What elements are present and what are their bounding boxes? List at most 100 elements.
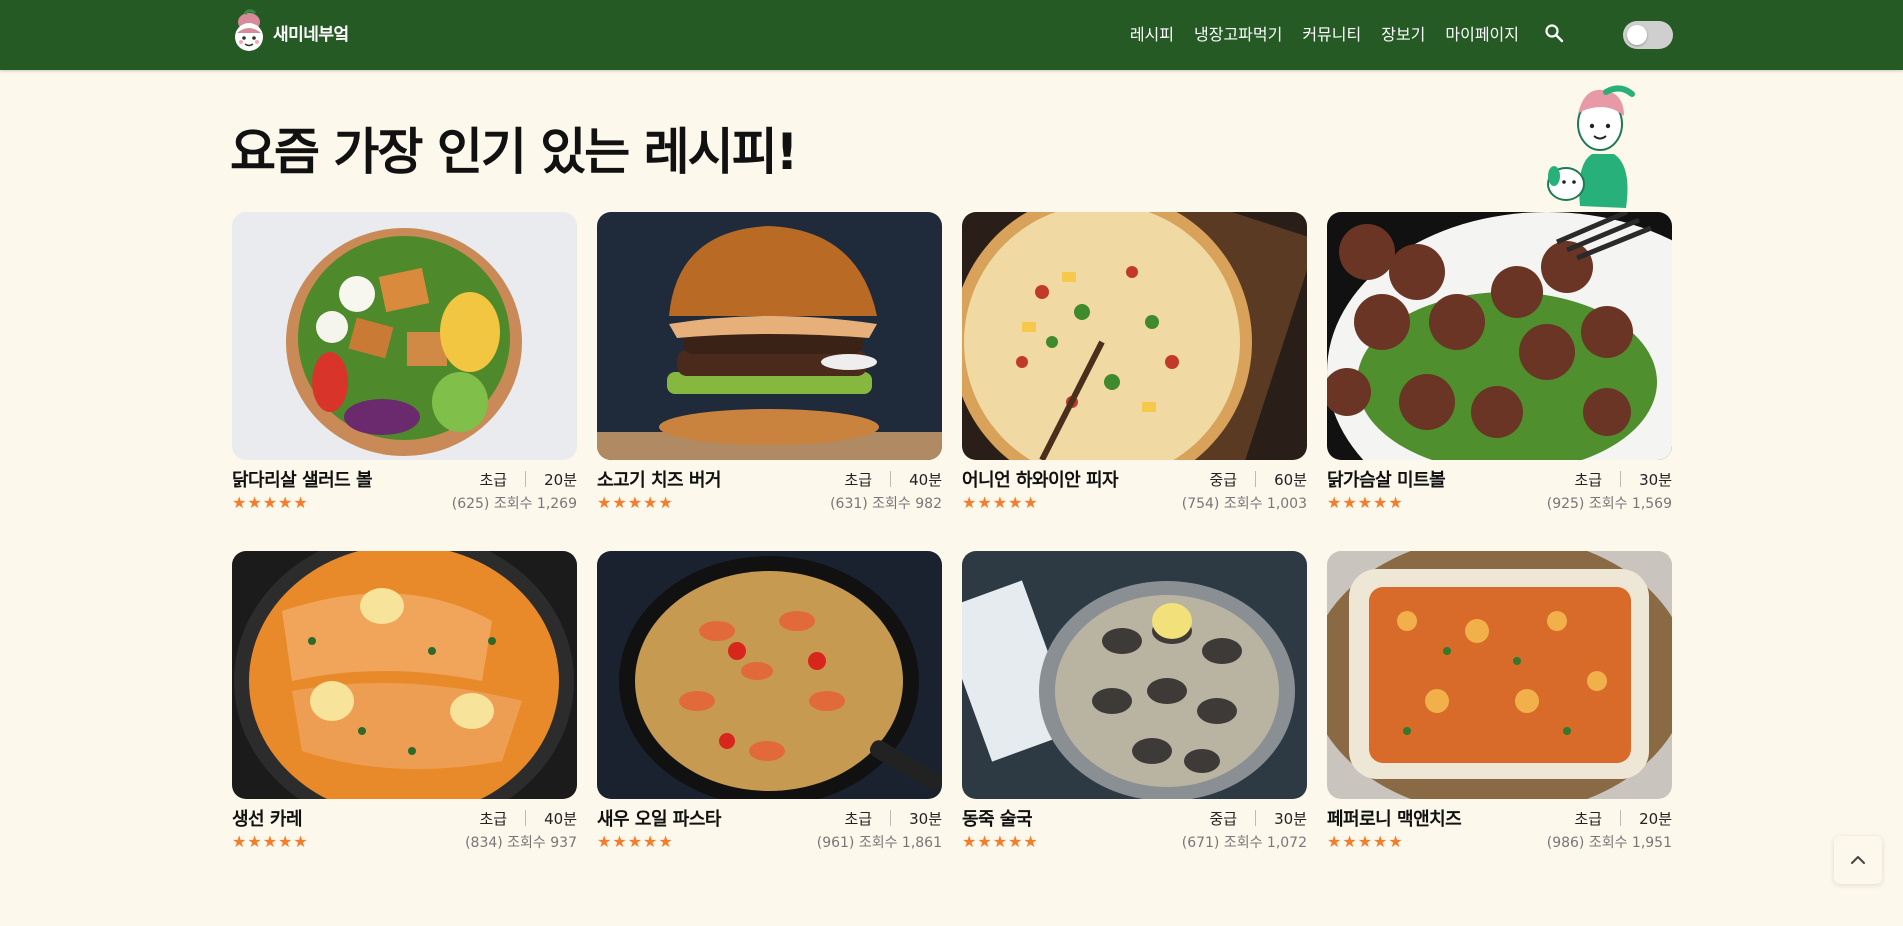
- star-icon: ★: [962, 832, 977, 851]
- recipe-grid: 닭다리살 샐러드 볼 초급 20분 ★ ★ ★ ★ ★ (625) 조회수 1,269: [232, 212, 1672, 857]
- fish-curry-image: [232, 551, 577, 799]
- star-icon: ★: [627, 832, 643, 851]
- star-icon: ★: [992, 832, 1008, 851]
- top-navbar: 새미네부엌 레시피 냉장고파먹기 커뮤니티 장보기 마이페이지: [0, 0, 1903, 70]
- star-icon: ★: [1023, 832, 1038, 851]
- star-icon: ★: [1373, 493, 1388, 512]
- star-icon: ★: [612, 832, 627, 851]
- star-icon: ★: [293, 493, 308, 512]
- recipe-card[interactable]: 동죽 술국 중급 30분 ★ ★ ★ ★ ★ (671) 조회수 1,072: [962, 551, 1307, 857]
- shrimp-pasta-image: [597, 551, 942, 799]
- nav-mypage[interactable]: 마이페이지: [1445, 21, 1519, 45]
- meta-divider: [1255, 471, 1257, 487]
- brand-logo-link[interactable]: 새미네부엌: [231, 9, 349, 55]
- recipe-stats: (925) 조회수 1,569: [1546, 496, 1672, 512]
- recipe-card[interactable]: 닭다리살 샐러드 볼 초급 20분 ★ ★ ★ ★ ★ (625) 조회수 1,269: [232, 212, 577, 518]
- recipe-card[interactable]: 페퍼로니 맥앤치즈 초급 20분 ★ ★ ★ ★ ★ (986) 조회수 1,951: [1327, 551, 1672, 857]
- salad-bowl-image: [232, 212, 577, 460]
- recipe-time: 30분: [1639, 470, 1672, 489]
- recipe-image: [962, 551, 1307, 799]
- recipe-time: 40분: [544, 809, 577, 828]
- recipe-level: 초급: [479, 470, 508, 489]
- theme-toggle[interactable]: [1623, 21, 1673, 49]
- star-icon: ★: [643, 493, 658, 512]
- nav-fridge[interactable]: 냉장고파먹기: [1194, 21, 1282, 45]
- star-icon: ★: [658, 832, 673, 851]
- recipe-time: 30분: [909, 809, 942, 828]
- recipe-level: 초급: [844, 809, 873, 828]
- star-icon: ★: [232, 493, 247, 512]
- star-icon: ★: [247, 493, 262, 512]
- star-rating: ★ ★ ★ ★ ★: [232, 495, 308, 511]
- recipe-meta: 중급 60분: [1210, 469, 1308, 490]
- star-icon: ★: [1373, 832, 1388, 851]
- main-nav: 레시피 냉장고파먹기 커뮤니티 장보기 마이페이지: [1130, 0, 1567, 66]
- star-icon: ★: [1327, 832, 1342, 851]
- star-icon: ★: [232, 832, 247, 851]
- mascot-illustration-icon: [1547, 85, 1635, 208]
- burger-image: [597, 212, 942, 460]
- recipe-name: 페퍼로니 맥앤치즈: [1327, 809, 1462, 830]
- recipe-name: 동죽 술국: [962, 809, 1033, 830]
- search-icon: [1545, 24, 1564, 43]
- nav-community[interactable]: 커뮤니티: [1302, 21, 1361, 45]
- meatballs-image: [1327, 212, 1672, 460]
- recipe-meta: 초급 30분: [845, 808, 943, 829]
- nav-shopping[interactable]: 장보기: [1381, 21, 1425, 45]
- star-rating: ★ ★ ★ ★ ★: [232, 834, 308, 850]
- meta-divider: [1620, 810, 1622, 826]
- recipe-meta: 초급 40분: [480, 808, 578, 829]
- meta-divider: [1255, 810, 1257, 826]
- star-rating: ★ ★ ★ ★ ★: [962, 495, 1038, 511]
- meta-divider: [525, 471, 527, 487]
- recipe-time: 40분: [909, 470, 942, 489]
- recipe-card[interactable]: 생선 카레 초급 40분 ★ ★ ★ ★ ★ (834) 조회수 937: [232, 551, 577, 857]
- recipe-image: [1327, 212, 1672, 460]
- recipe-level: 초급: [844, 470, 873, 489]
- recipe-name: 닭다리살 샐러드 볼: [232, 470, 373, 491]
- star-icon: ★: [643, 832, 658, 851]
- recipe-image: [962, 212, 1307, 460]
- recipe-level: 중급: [1209, 809, 1238, 828]
- meta-divider: [890, 810, 892, 826]
- recipe-card[interactable]: 소고기 치즈 버거 초급 40분 ★ ★ ★ ★ ★ (631) 조회수 982: [597, 212, 942, 518]
- recipe-stats: (961) 조회수 1,861: [816, 835, 942, 851]
- star-rating: ★ ★ ★ ★ ★: [1327, 495, 1403, 511]
- recipe-card[interactable]: 새우 오일 파스타 초급 30분 ★ ★ ★ ★ ★ (961) 조회수 1,861: [597, 551, 942, 857]
- nav-recipes[interactable]: 레시피: [1130, 21, 1174, 45]
- recipe-level: 중급: [1209, 470, 1238, 489]
- recipe-time: 60분: [1274, 470, 1307, 489]
- recipe-image: [1327, 551, 1672, 799]
- recipe-name: 어니언 하와이안 피자: [962, 470, 1119, 491]
- star-icon: ★: [977, 493, 992, 512]
- recipe-card[interactable]: 어니언 하와이안 피자 중급 60분 ★ ★ ★ ★ ★ (754) 조회수 1,003: [962, 212, 1307, 518]
- scroll-top-button[interactable]: [1834, 836, 1882, 884]
- recipe-level: 초급: [1574, 809, 1603, 828]
- star-icon: ★: [962, 493, 977, 512]
- star-icon: ★: [278, 832, 293, 851]
- meta-divider: [890, 471, 892, 487]
- recipe-level: 초급: [1574, 470, 1603, 489]
- star-icon: ★: [612, 493, 627, 512]
- recipe-meta: 초급 20분: [480, 469, 578, 490]
- star-icon: ★: [1388, 493, 1403, 512]
- star-icon: ★: [1357, 832, 1373, 851]
- recipe-image: [597, 551, 942, 799]
- recipe-card[interactable]: 닭가슴살 미트볼 초급 30분 ★ ★ ★ ★ ★ (925) 조회수 1,569: [1327, 212, 1672, 518]
- star-icon: ★: [1342, 493, 1357, 512]
- recipe-stats: (986) 조회수 1,951: [1546, 835, 1672, 851]
- recipe-stats: (834) 조회수 937: [465, 835, 577, 851]
- recipe-image: [232, 551, 577, 799]
- star-icon: ★: [627, 493, 643, 512]
- mascot-logo-icon: [235, 9, 263, 51]
- search-button[interactable]: [1541, 20, 1567, 46]
- star-icon: ★: [1357, 493, 1373, 512]
- star-icon: ★: [262, 832, 278, 851]
- recipe-stats: (625) 조회수 1,269: [451, 496, 577, 512]
- star-icon: ★: [278, 493, 293, 512]
- star-rating: ★ ★ ★ ★ ★: [597, 834, 673, 850]
- clam-soup-image: [962, 551, 1307, 799]
- recipe-level: 초급: [479, 809, 508, 828]
- meta-divider: [525, 810, 527, 826]
- star-icon: ★: [1008, 493, 1023, 512]
